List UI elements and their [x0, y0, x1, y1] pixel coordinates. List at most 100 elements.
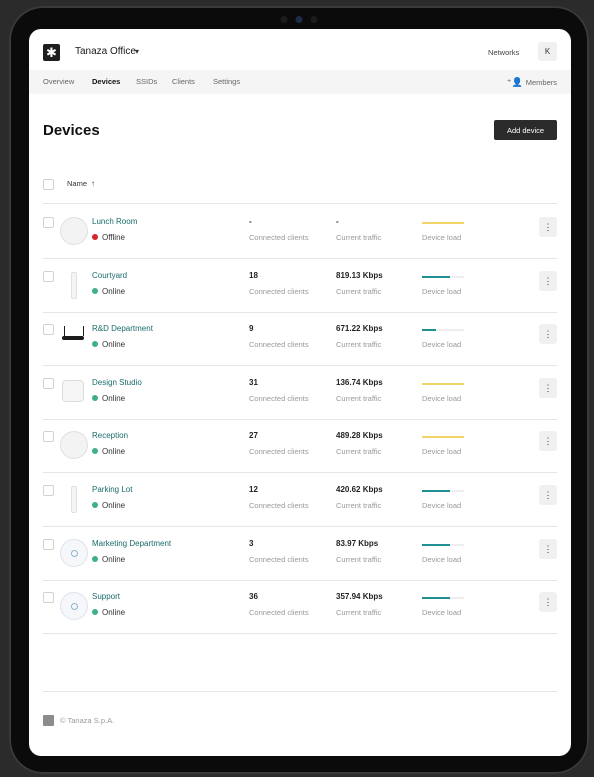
divider: [43, 691, 557, 692]
load-label: Device load: [422, 393, 462, 403]
device-thumbnail: [60, 324, 86, 350]
row-menu-button[interactable]: ⋮: [539, 217, 557, 237]
table-row[interactable]: R&D Department Online 9 Connected clients 67…: [29, 312, 571, 367]
traffic-value: 819.13 Kbps: [336, 270, 383, 280]
footer-copyright: © Tanaza S.p.A.: [60, 716, 115, 725]
device-load-bar: [422, 382, 464, 385]
row-menu-button[interactable]: ⋮: [539, 431, 557, 452]
device-name[interactable]: Courtyard: [92, 271, 127, 280]
more-vertical-icon: ⋮: [543, 382, 553, 393]
traffic-label: Current traffic: [336, 608, 382, 618]
device-name[interactable]: Reception: [92, 431, 128, 440]
row-checkbox[interactable]: [43, 377, 54, 389]
more-vertical-icon: ⋮: [543, 490, 553, 500]
table-row[interactable]: Lunch Room Offline - Connected clients - Curr…: [29, 205, 571, 259]
column-name-label: Name: [67, 179, 88, 188]
tab-overview[interactable]: Overview: [43, 77, 74, 86]
device-status: Online: [92, 394, 125, 403]
more-vertical-icon: ⋮: [543, 543, 553, 554]
select-all-checkbox[interactable]: [43, 179, 54, 190]
networks-link[interactable]: Networks: [488, 48, 519, 57]
device-thumbnail: [60, 485, 86, 513]
row-menu-button[interactable]: ⋮: [539, 270, 557, 291]
device-load-fill: [422, 490, 451, 492]
members-label: Members: [525, 78, 557, 87]
traffic-value: -: [336, 217, 339, 226]
device-thumbnail: [60, 431, 88, 460]
load-label: Device load: [422, 501, 462, 510]
device-thumbnail: [60, 271, 86, 299]
device-status: Online: [92, 447, 125, 456]
table-row[interactable]: Support Online 36 Connected clients 357.94 K…: [29, 580, 571, 635]
tab-settings[interactable]: Settings: [213, 77, 240, 86]
status-dot-icon: [92, 448, 98, 455]
traffic-label: Current traffic: [336, 286, 382, 296]
row-menu-button[interactable]: ⋮: [539, 377, 557, 398]
row-checkbox[interactable]: [43, 592, 54, 604]
row-menu-button[interactable]: ⋮: [539, 538, 557, 559]
device-name[interactable]: Parking Lot: [92, 485, 132, 494]
clients-label: Connected clients: [249, 608, 309, 618]
device-thumbnail: [60, 217, 88, 245]
traffic-value: 136.74 Kbps: [336, 377, 383, 387]
tab-ssids[interactable]: SSIDs: [136, 77, 157, 86]
members-link[interactable]: ⁺👤 Members: [507, 77, 557, 88]
row-checkbox[interactable]: [43, 485, 54, 496]
status-dot-icon: [92, 609, 98, 616]
tab-devices[interactable]: Devices: [92, 77, 120, 86]
clients-value: 9: [249, 324, 254, 334]
traffic-value: 357.94 Kbps: [336, 592, 383, 602]
device-load-fill: [422, 436, 464, 439]
row-menu-button[interactable]: ⋮: [539, 324, 557, 345]
device-load-fill: [422, 329, 436, 332]
status-label: Online: [102, 447, 126, 457]
device-name[interactable]: Lunch Room: [92, 217, 137, 226]
device-load-fill: [422, 382, 464, 385]
row-menu-button[interactable]: ⋮: [539, 592, 557, 613]
traffic-value: 671.22 Kbps: [336, 324, 383, 334]
table-row[interactable]: Courtyard Online 18 Connected clients 819.13…: [29, 259, 571, 313]
row-checkbox[interactable]: [43, 538, 54, 550]
clients-value: -: [249, 217, 252, 226]
table-row[interactable]: Reception Online 27 Connected clients 489.28…: [29, 419, 571, 474]
status-label: Offline: [102, 233, 125, 242]
traffic-label: Current traffic: [336, 233, 382, 242]
device-load-fill: [422, 597, 451, 600]
tanaza-logo-icon[interactable]: ✱: [43, 44, 60, 61]
row-menu-button[interactable]: ⋮: [539, 485, 557, 505]
table-row[interactable]: Parking Lot Online 12 Connected clients 420.…: [29, 473, 571, 527]
load-label: Device load: [422, 447, 462, 457]
front-camera: [280, 16, 318, 23]
device-name[interactable]: R&D Department: [92, 324, 153, 333]
row-checkbox[interactable]: [43, 217, 54, 228]
device-name[interactable]: Support: [92, 592, 120, 601]
chevron-down-icon[interactable]: ▾: [135, 47, 139, 56]
device-name[interactable]: Design Studio: [92, 378, 142, 387]
avatar[interactable]: K: [538, 42, 557, 61]
traffic-value: 83.97 Kbps: [336, 538, 379, 548]
device-load-bar: [422, 543, 464, 546]
device-thumbnail: [60, 378, 86, 404]
clients-value: 36: [249, 592, 258, 602]
row-checkbox[interactable]: [43, 324, 54, 336]
row-checkbox[interactable]: [43, 270, 54, 282]
more-vertical-icon: ⋮: [543, 329, 553, 340]
status-dot-icon: [92, 394, 98, 401]
clients-value: 3: [249, 538, 254, 548]
clients-label: Connected clients: [249, 447, 309, 457]
tab-bar: Overview Devices SSIDs Clients Settings …: [29, 70, 571, 94]
device-load-bar: [422, 275, 464, 278]
tab-clients[interactable]: Clients: [172, 77, 195, 86]
clients-value: 18: [249, 270, 258, 280]
org-selector[interactable]: Tanaza Office: [75, 46, 136, 57]
table-row[interactable]: Design Studio Online 31 Connected clients 13…: [29, 366, 571, 420]
load-label: Device load: [422, 233, 462, 242]
add-device-button[interactable]: Add device: [494, 120, 557, 140]
row-checkbox[interactable]: [43, 431, 54, 443]
load-label: Device load: [422, 554, 462, 564]
column-header-name[interactable]: Name ↑: [67, 179, 95, 188]
page-title: Devices: [43, 122, 100, 139]
device-status: Online: [92, 555, 125, 564]
table-row[interactable]: Marketing Department Online 3 Connected cli…: [29, 527, 571, 581]
device-name[interactable]: Marketing Department: [92, 539, 171, 548]
